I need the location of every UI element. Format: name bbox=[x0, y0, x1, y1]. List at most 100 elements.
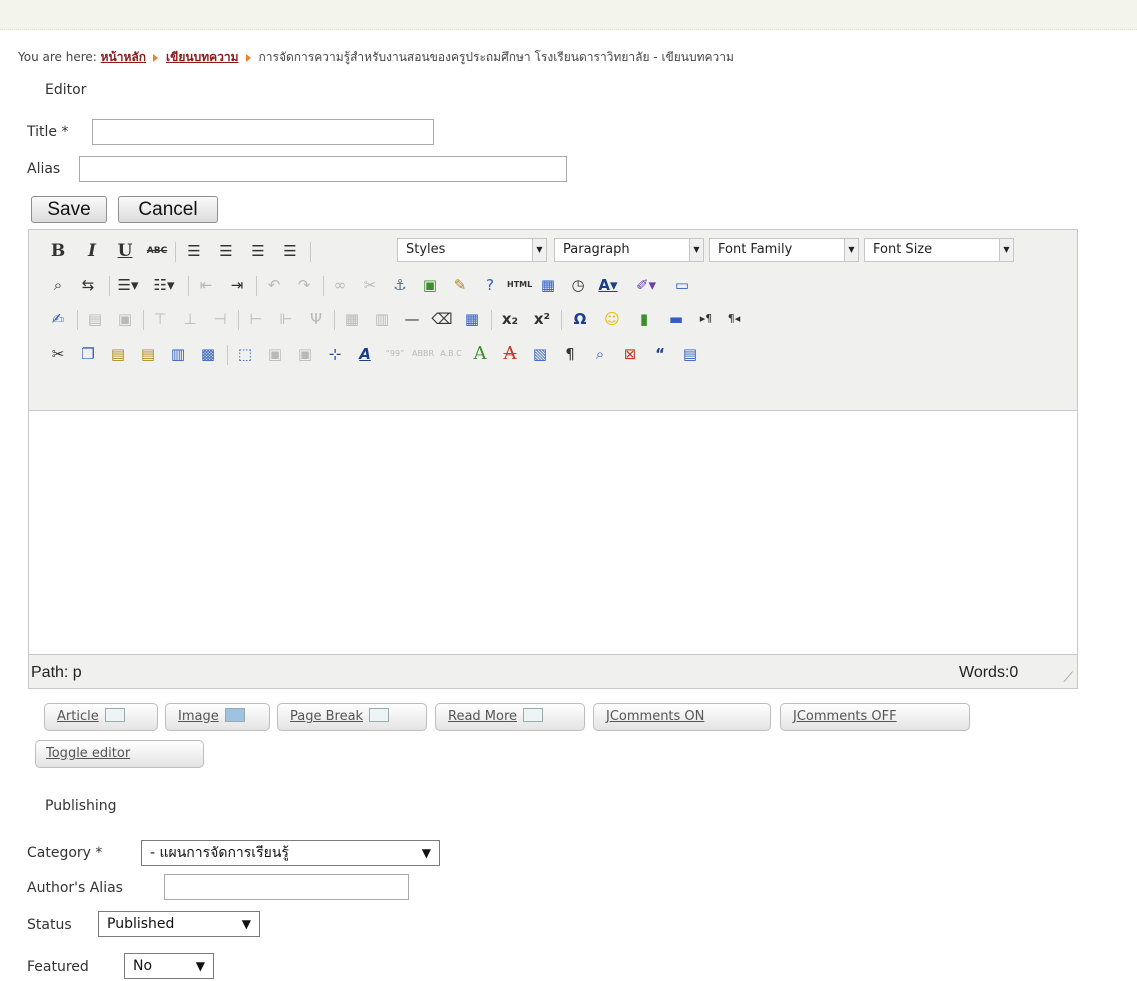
copy-icon[interactable]: ❐ bbox=[77, 343, 99, 365]
insert-col-before-icon[interactable]: ⊢ bbox=[245, 308, 267, 330]
underline-icon[interactable]: U bbox=[114, 240, 136, 262]
media-icon[interactable]: ▮ bbox=[633, 308, 655, 330]
save-button[interactable]: Save bbox=[31, 196, 107, 223]
insert-row-after-icon[interactable]: ⊥ bbox=[179, 308, 201, 330]
insert-col-after-icon[interactable]: ⊩ bbox=[275, 308, 297, 330]
indent-icon[interactable]: ⇥ bbox=[226, 274, 248, 296]
remove-format-icon[interactable]: ⌫ bbox=[431, 308, 453, 330]
image-icon[interactable]: ▣ bbox=[419, 274, 441, 296]
status-select[interactable]: Published ▼ bbox=[98, 911, 260, 937]
image-button[interactable]: Image bbox=[165, 703, 270, 731]
redo-icon[interactable]: ↷ bbox=[293, 274, 315, 296]
paste-text-icon[interactable]: ▤ bbox=[137, 343, 159, 365]
link-icon[interactable]: ∞ bbox=[329, 274, 351, 296]
alias-input[interactable] bbox=[79, 156, 567, 182]
edit-css-icon[interactable]: ✍ bbox=[47, 308, 69, 330]
toggle-editor-button[interactable]: Toggle editor bbox=[35, 740, 204, 768]
outdent-icon[interactable]: ⇤ bbox=[195, 274, 217, 296]
cancel-button[interactable]: Cancel bbox=[118, 196, 218, 223]
rtl-icon[interactable]: ¶◂ bbox=[723, 308, 745, 330]
chevron-down-icon: ▼ bbox=[689, 239, 703, 261]
strikethrough-icon[interactable]: ABC bbox=[146, 240, 168, 262]
text-color-icon[interactable]: A▾ bbox=[597, 274, 619, 296]
emoticon-icon[interactable]: ☺ bbox=[601, 308, 623, 330]
ltr-icon[interactable]: ▸¶ bbox=[695, 308, 717, 330]
move-backward-icon[interactable]: ▣ bbox=[294, 343, 316, 365]
find-icon[interactable]: ⌕ bbox=[47, 274, 69, 296]
move-forward-icon[interactable]: ▣ bbox=[264, 343, 286, 365]
delete-row-icon[interactable]: ⊣ bbox=[209, 308, 231, 330]
background-color-icon[interactable]: ✐▾ bbox=[635, 274, 657, 296]
merge-cells-icon[interactable]: ▥ bbox=[371, 308, 393, 330]
template-icon[interactable]: ▤ bbox=[679, 343, 701, 365]
page-break-button[interactable]: Page Break bbox=[277, 703, 427, 731]
html-icon[interactable]: HTML bbox=[507, 274, 532, 296]
font-size-select[interactable]: Font Size ▼ bbox=[864, 238, 1014, 262]
subscript-icon[interactable]: x₂ bbox=[499, 308, 521, 330]
numbered-list-icon[interactable]: ☷▾ bbox=[153, 274, 175, 296]
cut-icon[interactable]: ✂ bbox=[47, 343, 69, 365]
delete-col-icon[interactable]: Ψ bbox=[305, 308, 327, 330]
superscript-icon[interactable]: x² bbox=[531, 308, 553, 330]
row-props-icon[interactable]: ▤ bbox=[84, 308, 106, 330]
author-alias-input[interactable] bbox=[164, 874, 409, 900]
align-right-icon[interactable]: ☰ bbox=[247, 240, 269, 262]
page-break-icon[interactable]: ⊠ bbox=[619, 343, 641, 365]
align-center-icon[interactable]: ☰ bbox=[215, 240, 237, 262]
replace-icon[interactable]: ⇆ bbox=[77, 274, 99, 296]
article-button[interactable]: Article bbox=[44, 703, 158, 731]
read-more-button[interactable]: Read More bbox=[435, 703, 585, 731]
cite-icon[interactable]: “99” bbox=[384, 343, 406, 365]
horizontal-rule-icon[interactable]: — bbox=[401, 308, 423, 330]
select-all-icon[interactable]: ▩ bbox=[197, 343, 219, 365]
table-icon[interactable]: ▦ bbox=[461, 308, 483, 330]
insert-time-icon[interactable]: ◷ bbox=[567, 274, 589, 296]
breadcrumb-write-link[interactable]: เขียนบทความ bbox=[166, 50, 238, 64]
toolbar-separator bbox=[143, 310, 144, 330]
help-icon[interactable]: ? bbox=[479, 274, 501, 296]
align-left-icon[interactable]: ☰ bbox=[183, 240, 205, 262]
undo-icon[interactable]: ↶ bbox=[263, 274, 285, 296]
resize-handle-icon[interactable]: ⟋ bbox=[1063, 669, 1073, 686]
paste-icon[interactable]: ▤ bbox=[107, 343, 129, 365]
split-cells-icon[interactable]: ▦ bbox=[341, 308, 363, 330]
preview-icon[interactable]: ⌕ bbox=[589, 343, 611, 365]
bold-icon[interactable]: B bbox=[47, 240, 69, 262]
jcomments-on-button[interactable]: JComments ON bbox=[593, 703, 771, 731]
publishing-legend: Publishing bbox=[45, 798, 117, 814]
bullet-list-icon[interactable]: ☰▾ bbox=[117, 274, 139, 296]
anchor-icon[interactable]: ⚓ bbox=[389, 274, 411, 296]
attributes-icon[interactable]: ▧ bbox=[529, 343, 551, 365]
fullscreen-icon[interactable]: ▭ bbox=[671, 274, 693, 296]
italic-icon[interactable]: I bbox=[81, 240, 103, 262]
toggle-editor-label: Toggle editor bbox=[46, 746, 131, 761]
acronym-icon[interactable]: A.B.C bbox=[440, 343, 462, 365]
blockquote-icon[interactable]: “ bbox=[649, 343, 671, 365]
toolbar-separator bbox=[175, 242, 176, 262]
editor-content-area[interactable] bbox=[29, 412, 1077, 654]
insert-date-icon[interactable]: ▦ bbox=[537, 274, 559, 296]
absolute-icon[interactable]: ⊹ bbox=[324, 343, 346, 365]
insert-layer-icon[interactable]: ⬚ bbox=[234, 343, 256, 365]
unlink-icon[interactable]: ✂ bbox=[359, 274, 381, 296]
jcomments-off-button[interactable]: JComments OFF bbox=[780, 703, 970, 731]
styles-select[interactable]: Styles ▼ bbox=[397, 238, 547, 262]
featured-select[interactable]: No ▼ bbox=[124, 953, 214, 979]
abbr-icon[interactable]: ABBR bbox=[412, 343, 434, 365]
cleanup-icon[interactable]: ✎ bbox=[449, 274, 471, 296]
title-input[interactable] bbox=[92, 119, 434, 145]
paragraph-select[interactable]: Paragraph ▼ bbox=[554, 238, 704, 262]
special-char-icon[interactable]: Ω bbox=[569, 308, 591, 330]
align-justify-icon[interactable]: ☰ bbox=[279, 240, 301, 262]
delete-text-icon[interactable]: A bbox=[499, 343, 521, 365]
visual-chars-icon[interactable]: ¶ bbox=[559, 343, 581, 365]
style-props-icon[interactable]: A bbox=[354, 343, 376, 365]
cell-props-icon[interactable]: ▣ bbox=[114, 308, 136, 330]
font-family-select[interactable]: Font Family ▼ bbox=[709, 238, 859, 262]
breadcrumb-home-link[interactable]: หน้าหลัก bbox=[101, 50, 146, 64]
insert-text-icon[interactable]: A bbox=[469, 343, 491, 365]
insert-row-before-icon[interactable]: ⊤ bbox=[149, 308, 171, 330]
category-select[interactable]: - แผนการจัดการเรียนรู้ ▼ bbox=[141, 840, 440, 866]
nonbreaking-icon[interactable]: ▬ bbox=[665, 308, 687, 330]
paste-word-icon[interactable]: ▥ bbox=[167, 343, 189, 365]
